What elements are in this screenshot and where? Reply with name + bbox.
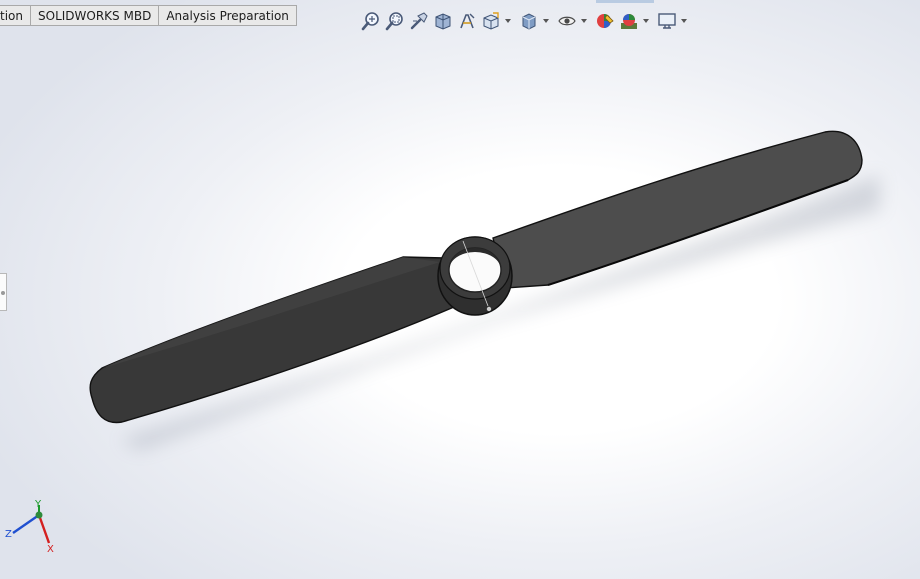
triad-z-label: Z	[5, 529, 12, 540]
triad-x-axis	[37, 514, 51, 544]
hub-setscrew	[486, 306, 492, 312]
reference-triad: Y Z X	[0, 495, 70, 565]
triad-origin	[35, 511, 43, 519]
triad-y-label: Y	[35, 499, 42, 510]
propeller-shadow	[120, 175, 880, 450]
triad-x-label: X	[47, 544, 54, 555]
triad-z-axis	[12, 514, 40, 534]
propeller-model[interactable]	[89, 130, 863, 424]
graphics-area[interactable]	[0, 0, 920, 579]
